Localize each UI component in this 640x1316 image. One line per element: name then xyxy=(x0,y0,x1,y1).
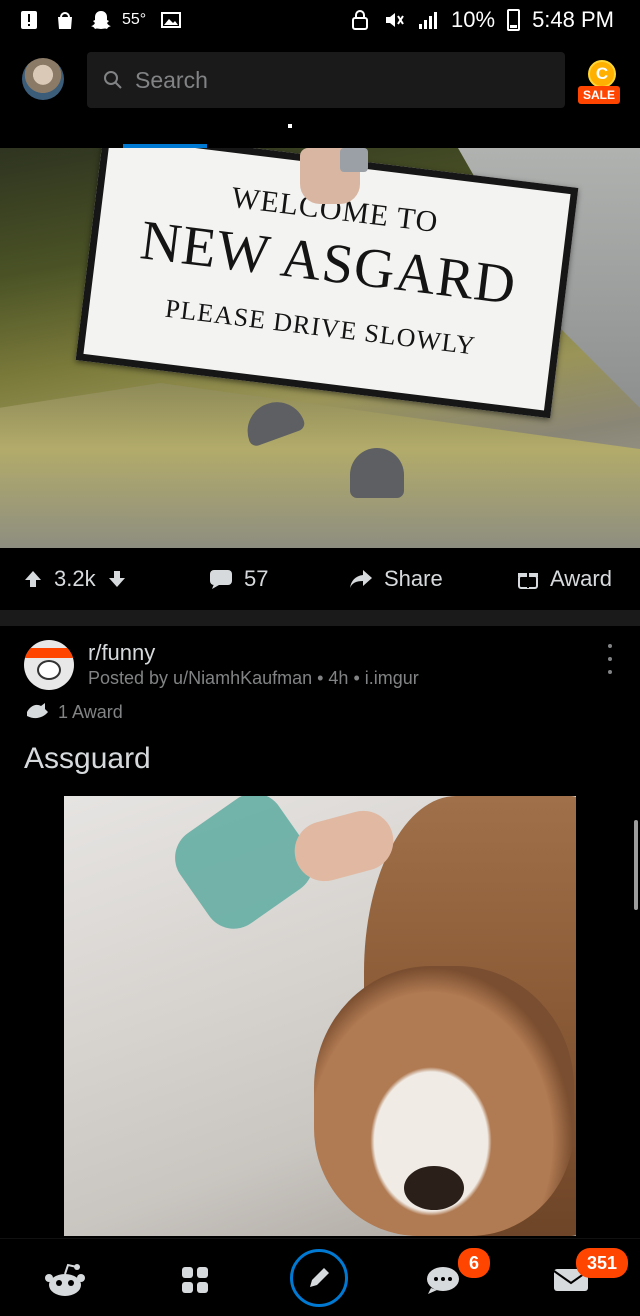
award-count: 1 Award xyxy=(58,701,123,722)
comment-icon xyxy=(210,570,232,589)
clock: 5:48 PM xyxy=(532,7,614,32)
nav-browse[interactable] xyxy=(172,1257,218,1303)
lock-icon xyxy=(352,10,369,30)
upvote-icon[interactable] xyxy=(22,568,44,590)
share-icon xyxy=(350,570,372,588)
comments-button[interactable]: 57 xyxy=(208,559,268,599)
signal-icon xyxy=(419,12,438,29)
tab-indicator-dot xyxy=(288,124,292,128)
alert-icon xyxy=(21,11,37,29)
status-bar: 55° 10% 5:48 PM xyxy=(0,0,640,40)
chat-badge: 6 xyxy=(458,1248,490,1278)
temperature-text: 55° xyxy=(122,11,147,28)
shoe-right xyxy=(350,448,404,498)
create-post-button[interactable] xyxy=(290,1249,348,1307)
subreddit-name[interactable]: r/funny xyxy=(88,640,155,666)
post-title[interactable]: Assguard xyxy=(24,742,151,776)
reddit-home-icon xyxy=(45,1263,85,1296)
subreddit-icon[interactable] xyxy=(24,640,74,690)
shopping-bag-icon xyxy=(58,12,72,29)
inbox-badge: 351 xyxy=(576,1248,628,1278)
search-placeholder: Search xyxy=(135,66,208,93)
share-label: Share xyxy=(384,566,443,591)
search-icon xyxy=(104,71,122,89)
gift-icon xyxy=(518,573,538,589)
battery-percent: 10% xyxy=(451,7,496,32)
vote-count: 3.2k xyxy=(54,566,96,591)
gallery-icon xyxy=(161,12,182,28)
battery-icon xyxy=(507,9,521,31)
sale-badge: SALE xyxy=(578,86,621,104)
bottom-navigation xyxy=(0,1238,640,1316)
post-image[interactable]: WELCOME TO NEW ASGARD PLEASE DRIVE SLOWL… xyxy=(0,148,640,548)
post-separator xyxy=(0,610,640,626)
post-byline: Posted by u/NiamhKaufman • 4h • i.imgur xyxy=(88,668,419,688)
coin-sale-button[interactable]: SALE xyxy=(578,60,628,110)
post-action-bar: 3.2k 57 Share Award xyxy=(0,548,640,610)
nav-home[interactable] xyxy=(42,1257,88,1303)
chat-icon xyxy=(427,1267,459,1294)
award-icon xyxy=(27,703,48,719)
downvote-icon[interactable] xyxy=(106,568,128,590)
award-row[interactable]: 1 Award xyxy=(24,700,123,724)
scrollbar-thumb[interactable] xyxy=(634,820,638,910)
coin-icon xyxy=(588,60,616,88)
post-card[interactable]: r/funny Posted by u/NiamhKaufman • 4h • … xyxy=(0,626,640,1238)
award-button[interactable]: Award xyxy=(516,559,612,599)
user-avatar[interactable] xyxy=(22,58,64,100)
vote-group: 3.2k xyxy=(22,559,128,599)
snapchat-icon xyxy=(91,11,111,29)
pencil-icon xyxy=(310,1268,329,1287)
comment-count: 57 xyxy=(244,566,269,591)
wristwatch xyxy=(340,148,368,172)
award-label: Award xyxy=(550,566,612,591)
mute-icon xyxy=(386,13,404,27)
grid-icon xyxy=(182,1267,208,1293)
share-button[interactable]: Share xyxy=(348,559,443,599)
search-bar[interactable]: Search xyxy=(87,52,565,108)
post-image[interactable] xyxy=(64,796,576,1236)
dog-nose xyxy=(404,1166,464,1210)
app-header: Search SALE xyxy=(0,40,640,148)
more-options-icon[interactable] xyxy=(606,644,614,674)
